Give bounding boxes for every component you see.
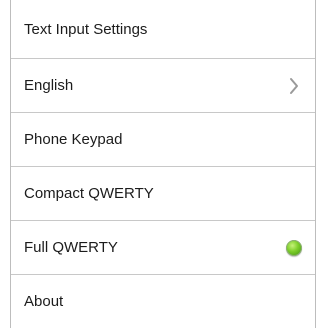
compact-qwerty-label: Compact QWERTY bbox=[24, 185, 154, 202]
about-label: About bbox=[24, 292, 64, 310]
language-english-item[interactable]: English bbox=[11, 59, 315, 113]
full-qwerty-label: Full QWERTY bbox=[24, 239, 118, 256]
compact-qwerty-item[interactable]: Compact QWERTY bbox=[11, 167, 315, 221]
phone-keypad-label: Phone Keypad bbox=[24, 131, 123, 148]
phone-keypad-item[interactable]: Phone Keypad bbox=[11, 113, 315, 167]
settings-title-row: Text Input Settings bbox=[11, 0, 315, 59]
chevron-right-icon bbox=[289, 77, 299, 95]
text-input-settings-panel: Text Input Settings English Phone Keypad… bbox=[10, 0, 316, 328]
language-english-label: English bbox=[24, 77, 74, 94]
page-title: Text Input Settings bbox=[24, 20, 148, 38]
selected-radio-icon bbox=[286, 239, 302, 256]
full-qwerty-item[interactable]: Full QWERTY bbox=[11, 221, 315, 275]
about-item[interactable]: About bbox=[11, 275, 315, 327]
